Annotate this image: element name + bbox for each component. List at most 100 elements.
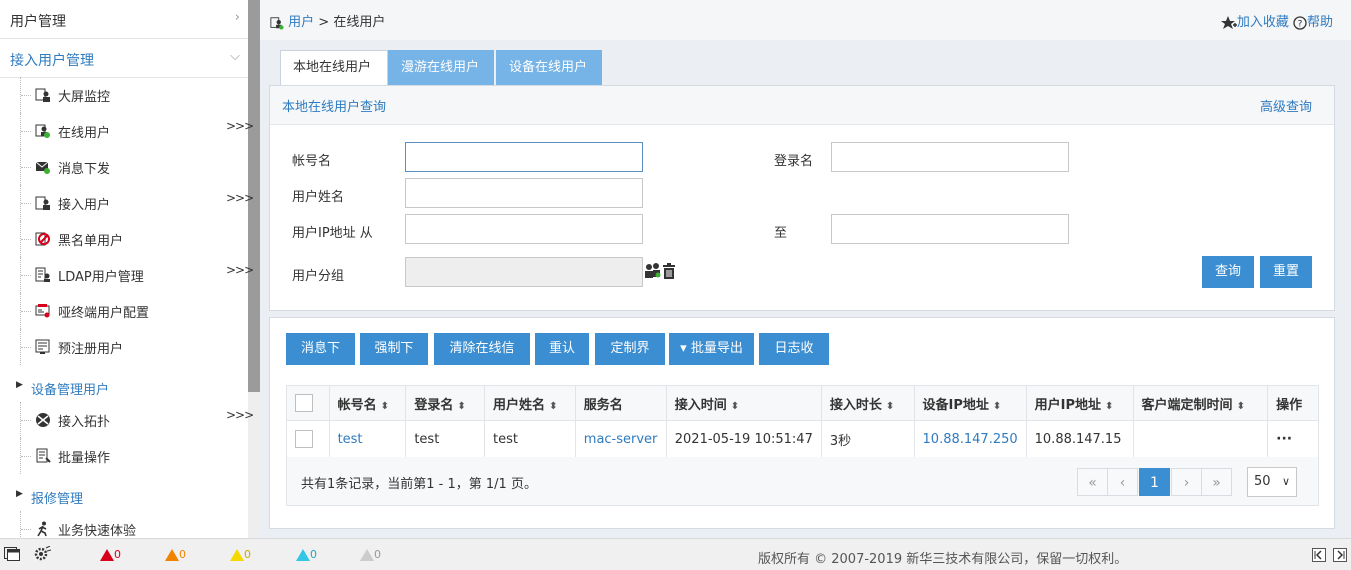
customize-ui-button[interactable]: 定制界面	[595, 333, 665, 388]
page-size-select[interactable]: 50 ∨	[1247, 467, 1297, 497]
sidebar-item-preregister[interactable]: 预注册用户	[0, 329, 248, 365]
sidebar-section-access-user[interactable]: 接入用户管理 ⌵	[0, 39, 248, 78]
expand-arrows[interactable]: >>>	[226, 191, 254, 205]
table-header-row: 帐号名 ⬍ 登录名 ⬍ 用户姓名 ⬍ 服务名 接入时间 ⬍ 接入时长 ⬍ 设备IP地址 ⬍ …	[286, 385, 1319, 421]
batch-export-button[interactable]: ▾ 批量导出	[669, 333, 754, 365]
expand-arrows[interactable]: >>>	[226, 263, 254, 277]
search-button[interactable]: 查询	[1202, 256, 1254, 288]
sidebar-item-dumb-terminal[interactable]: 哑终端用户配置	[0, 293, 248, 329]
account-link[interactable]: test	[338, 432, 363, 447]
sidebar-item-label: 业务快速体验	[58, 524, 137, 538]
cell-duration: 3秒	[820, 420, 915, 458]
trash-icon[interactable]	[662, 263, 676, 279]
send-message-button[interactable]: 消息下发	[286, 333, 355, 388]
clear-online-info-button[interactable]: 清除在线信息	[434, 333, 530, 388]
minor-alarm-icon	[230, 549, 244, 561]
breadcrumb-root-link[interactable]: 用户	[288, 15, 314, 30]
major-alarm-icon	[165, 549, 179, 561]
star-plus-icon	[1220, 15, 1237, 29]
help-link[interactable]: ? 帮助	[1293, 15, 1333, 30]
reauth-button[interactable]: 重认证	[535, 333, 589, 388]
device-ip-link[interactable]: 10.88.147.250	[923, 432, 1018, 447]
favorite-label: 加入收藏	[1236, 15, 1289, 30]
collapse-left-icon[interactable]	[1312, 548, 1326, 562]
sidebar-item-blacklist[interactable]: 黑名单用户	[0, 221, 248, 257]
cell-account[interactable]: test	[328, 420, 407, 458]
cell-device-ip[interactable]: 10.88.147.250	[913, 420, 1027, 458]
advanced-query-link[interactable]: 高级查询	[1260, 96, 1312, 115]
sidebar-item-label: 黑名单用户	[58, 234, 124, 249]
col-access-time[interactable]: 接入时间 ⬍	[665, 385, 822, 421]
next-page-button[interactable]: ›	[1171, 468, 1202, 496]
expand-arrows[interactable]: >>>	[226, 119, 254, 133]
sidebar-item-topology[interactable]: 接入拓扑 >>>	[0, 402, 254, 438]
prev-page-button[interactable]: ‹	[1107, 468, 1138, 496]
more-actions-icon[interactable]: ···	[1267, 420, 1319, 458]
log-collect-button[interactable]: 日志收集	[759, 333, 829, 388]
alarm-critical[interactable]: 0	[100, 548, 121, 561]
alarm-major[interactable]: 0	[165, 548, 186, 561]
copyright-text: 版权所有 © 2007-2019 新华三技术有限公司，保留一切权利。	[758, 552, 1128, 567]
sidebar-item-online-users[interactable]: 在线用户 >>>	[0, 113, 254, 149]
settings-sound-icon[interactable]	[34, 546, 52, 562]
row-checkbox[interactable]	[295, 430, 313, 448]
col-login[interactable]: 登录名 ⬍	[405, 385, 486, 421]
sort-icon: ⬍	[1105, 400, 1114, 412]
col-custom-time[interactable]: 客户端定制时间 ⬍	[1132, 385, 1269, 421]
windows-icon[interactable]	[4, 547, 20, 561]
sidebar-group-device-users[interactable]: ▶ 设备管理用户	[0, 370, 248, 404]
account-input[interactable]	[405, 142, 643, 172]
sidebar-item-dashboard[interactable]: 大屏监控	[0, 77, 248, 113]
alarm-info[interactable]: 0	[360, 548, 381, 561]
online-user-icon	[270, 16, 284, 30]
ip-to-input[interactable]	[831, 214, 1069, 244]
sidebar-item-access-user[interactable]: 接入用户 >>>	[0, 185, 254, 221]
col-duration[interactable]: 接入时长 ⬍	[820, 385, 915, 421]
group-label: 用户分组	[292, 269, 345, 284]
caret-right-icon: ▶	[16, 380, 23, 390]
sidebar-section-user-management[interactable]: 用户管理 ›	[0, 0, 248, 39]
service-link[interactable]: mac-server	[584, 432, 658, 447]
sidebar-item-label: LDAP用户管理	[58, 270, 144, 285]
cell-custom-time	[1132, 420, 1269, 458]
sidebar-item-label: 预注册用户	[58, 342, 124, 357]
col-user-ip[interactable]: 用户IP地址 ⬍	[1025, 385, 1134, 421]
col-account[interactable]: 帐号名 ⬍	[328, 385, 407, 421]
current-page-button[interactable]: 1	[1139, 468, 1170, 496]
select-all-cell	[286, 385, 330, 421]
help-label: 帮助	[1306, 15, 1333, 30]
tab-local-online[interactable]: 本地在线用户	[280, 50, 388, 87]
sidebar-item-batch[interactable]: 批量操作	[0, 438, 248, 474]
select-all-checkbox[interactable]	[295, 394, 313, 412]
alarm-warning[interactable]: 0	[296, 548, 317, 561]
login-label: 登录名	[774, 154, 814, 169]
first-page-button[interactable]: «	[1077, 468, 1108, 496]
ip-from-input[interactable]	[405, 214, 643, 244]
alarm-minor[interactable]: 0	[230, 548, 251, 561]
add-favorite-link[interactable]: 加入收藏	[1220, 15, 1289, 30]
group-input[interactable]	[405, 257, 643, 287]
ip-to-label: 至	[774, 226, 788, 241]
sidebar-item-quick-experience[interactable]: 业务快速体验	[0, 511, 248, 538]
select-group-icon[interactable]	[644, 263, 662, 279]
col-name[interactable]: 用户姓名 ⬍	[484, 385, 576, 421]
login-input[interactable]	[831, 142, 1069, 172]
reset-button[interactable]: 重置	[1260, 256, 1312, 288]
help-icon: ?	[1293, 15, 1307, 30]
tab-device-online[interactable]: 设备在线用户	[496, 50, 602, 86]
cell-service[interactable]: mac-server	[574, 420, 667, 458]
group-label: 报修管理	[31, 492, 84, 507]
force-offline-button[interactable]: 强制下线	[360, 333, 428, 388]
sidebar-item-ldap[interactable]: LDAP用户管理 >>>	[0, 257, 254, 293]
col-device-ip[interactable]: 设备IP地址 ⬍	[913, 385, 1027, 421]
username-input[interactable]	[405, 178, 643, 208]
sidebar-group-repair[interactable]: ▶ 报修管理	[0, 479, 248, 513]
tab-roaming-online[interactable]: 漫游在线用户	[388, 50, 494, 86]
sidebar-item-label: 接入拓扑	[58, 415, 111, 430]
quick-experience-icon	[37, 521, 47, 537]
expand-arrows[interactable]: >>>	[226, 408, 254, 422]
expand-right-icon[interactable]	[1333, 548, 1347, 562]
last-page-button[interactable]: »	[1201, 468, 1232, 496]
chevron-down-icon: ⌵	[230, 49, 240, 64]
sidebar-item-message[interactable]: 消息下发	[0, 149, 248, 185]
